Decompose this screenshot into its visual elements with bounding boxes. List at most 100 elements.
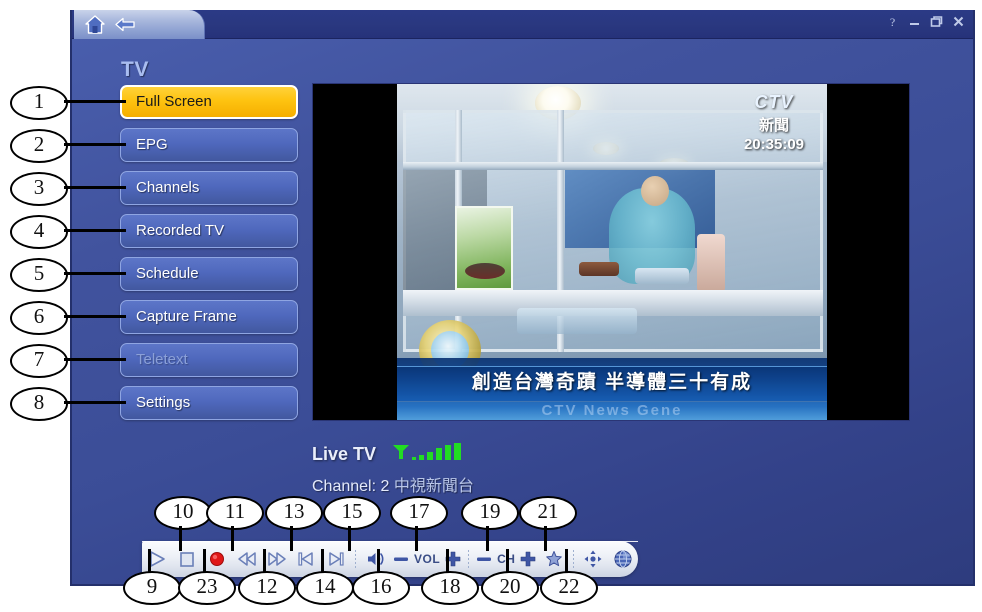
- sidebar-item-settings[interactable]: Settings: [120, 386, 298, 420]
- channel-up-button[interactable]: [517, 544, 539, 574]
- video-panel[interactable]: 創造台灣奇蹟 半導體三十有成 CTV News Gene CTV 新聞 20:3…: [312, 83, 910, 421]
- live-status-row: Live TV: [312, 442, 474, 467]
- broadcast-timestamp: 20:35:09: [743, 136, 805, 153]
- callout-leader: [486, 526, 489, 551]
- news-headline: 創造台灣奇蹟 半導體三十有成: [471, 372, 753, 393]
- next-button[interactable]: [321, 544, 351, 574]
- sidebar-item-channels[interactable]: Channels: [120, 171, 298, 205]
- callout-leader: [565, 549, 568, 573]
- news-ticker: 創造台灣奇蹟 半導體三十有成 CTV News Gene: [397, 358, 827, 420]
- channel-info-row: Channel: 2 中視新聞台: [312, 472, 474, 496]
- callout-19: 19: [461, 496, 519, 530]
- callout-leader: [64, 401, 126, 404]
- sidebar-menu: Full Screen EPG Channels Recorded TV Sch…: [120, 85, 298, 429]
- scene-object: [635, 268, 689, 284]
- home-icon[interactable]: [84, 14, 106, 35]
- web-button[interactable]: [608, 544, 638, 574]
- control-separator: [468, 550, 470, 568]
- callout-9: 9: [123, 571, 181, 605]
- sidebar-item-epg[interactable]: EPG: [120, 128, 298, 162]
- minimize-button[interactable]: [908, 15, 921, 28]
- play-button[interactable]: [142, 544, 172, 574]
- help-button[interactable]: ?: [886, 15, 899, 29]
- fast-forward-button[interactable]: [262, 544, 292, 574]
- page-title: TV: [121, 58, 149, 81]
- callout-14: 14: [296, 571, 354, 605]
- callout-7: 7: [10, 344, 68, 378]
- application-window: ? TV Full Screen EPG Channels Recorded T…: [70, 10, 975, 586]
- record-button[interactable]: [202, 544, 232, 574]
- callout-5: 5: [10, 258, 68, 292]
- playback-mode-label: Live TV: [312, 444, 377, 464]
- callout-11: 11: [206, 496, 264, 530]
- sidebar-item-full-screen[interactable]: Full Screen: [120, 85, 298, 119]
- navigation-tab: [74, 10, 205, 39]
- callout-3: 3: [10, 172, 68, 206]
- callout-23: 23: [178, 571, 236, 605]
- callout-leader: [64, 315, 126, 318]
- callout-leader: [506, 549, 509, 573]
- callout-leader: [446, 549, 449, 573]
- callout-leader: [415, 526, 418, 551]
- sidebar-item-schedule[interactable]: Schedule: [120, 257, 298, 291]
- callout-leader: [179, 526, 182, 551]
- callout-8: 8: [10, 387, 68, 421]
- callout-10: 10: [154, 496, 212, 530]
- sidebar-item-recorded-tv[interactable]: Recorded TV: [120, 214, 298, 248]
- scene-frame-rail: [403, 162, 823, 170]
- callout-leader: [290, 526, 293, 551]
- sidebar-item-capture-frame[interactable]: Capture Frame: [120, 300, 298, 334]
- callout-leader: [64, 229, 126, 232]
- channel-down-button[interactable]: [473, 544, 495, 574]
- channel-number-label: Channel: 2: [312, 478, 390, 495]
- volume-label: VOL: [414, 552, 441, 566]
- back-arrow-icon[interactable]: [114, 14, 136, 35]
- stop-button[interactable]: [172, 544, 202, 574]
- scene-object: [579, 262, 619, 276]
- sidebar-item-teletext: Teletext: [120, 343, 298, 377]
- broadcaster-logo: CTV: [754, 92, 794, 112]
- scene-person-head: [641, 176, 669, 206]
- scene-product-box: [455, 206, 513, 290]
- callout-17: 17: [390, 496, 448, 530]
- callout-leader: [321, 549, 324, 573]
- broadcaster-sub-label: 新聞: [758, 117, 789, 134]
- callout-22: 22: [540, 571, 598, 605]
- callout-4: 4: [10, 215, 68, 249]
- callout-15: 15: [323, 496, 381, 530]
- callout-13: 13: [265, 496, 323, 530]
- title-bar: ?: [72, 10, 973, 39]
- rewind-button[interactable]: [232, 544, 262, 574]
- callout-6: 6: [10, 301, 68, 335]
- callout-leader: [348, 526, 351, 551]
- volume-down-button[interactable]: [390, 544, 412, 574]
- callout-leader: [377, 549, 380, 573]
- callout-21: 21: [519, 496, 577, 530]
- callout-leader: [64, 358, 126, 361]
- svg-text:?: ?: [890, 15, 895, 28]
- status-block: Live TV Channel: 2 中視新聞台: [312, 442, 474, 496]
- move-resize-button[interactable]: [578, 544, 608, 574]
- callout-20: 20: [481, 571, 539, 605]
- video-frame: 創造台灣奇蹟 半導體三十有成 CTV News Gene CTV 新聞 20:3…: [397, 84, 827, 420]
- callout-leader: [203, 549, 206, 573]
- callout-leader: [231, 526, 234, 551]
- callout-16: 16: [352, 571, 410, 605]
- news-headline-sub: CTV News Gene: [541, 402, 683, 419]
- callout-2: 2: [10, 129, 68, 163]
- callout-12: 12: [238, 571, 296, 605]
- channel-name-label: 中視新聞台: [393, 478, 474, 495]
- callout-18: 18: [421, 571, 479, 605]
- previous-button[interactable]: [291, 544, 321, 574]
- callout-leader: [64, 143, 126, 146]
- scene-object: [697, 234, 725, 292]
- close-button[interactable]: [952, 15, 965, 28]
- callout-leader: [544, 526, 547, 551]
- callout-leader: [64, 272, 126, 275]
- signal-strength-icon: [390, 442, 468, 467]
- scene-object: [517, 308, 637, 334]
- control-separator: [355, 550, 357, 568]
- mute-button[interactable]: [360, 544, 390, 574]
- control-separator: [573, 550, 575, 568]
- restore-button[interactable]: [930, 15, 943, 28]
